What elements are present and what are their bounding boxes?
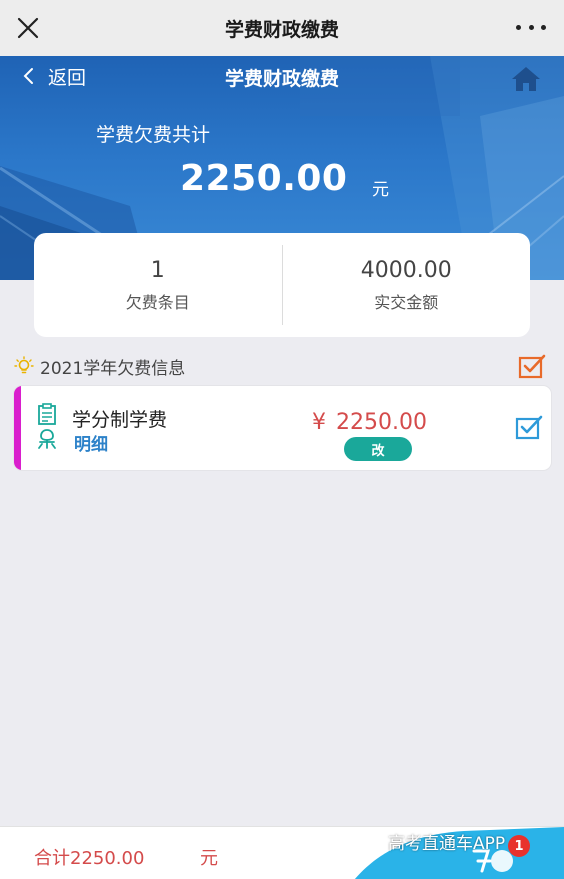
owed-items-stat: 1 欠费条目: [34, 233, 282, 337]
page-title: 学费财政缴费: [224, 68, 339, 90]
total-amount: 合计2250.00: [34, 848, 145, 869]
total-unit: 元: [200, 848, 218, 869]
owed-total-label: 学费欠费共计: [96, 124, 211, 146]
bottom-bar: 合计2250.00 元 高考直通车APP 1: [0, 826, 564, 879]
close-icon[interactable]: [16, 16, 40, 40]
section-header: 2021学年欠费信息: [14, 352, 550, 380]
section-title: 2021学年欠费信息: [40, 358, 186, 379]
detail-icon: [38, 429, 56, 449]
fee-item-checkbox[interactable]: [515, 414, 543, 440]
home-icon[interactable]: [510, 65, 542, 93]
paid-amount-label: 实交金额: [374, 292, 439, 312]
stats-card: 1 欠费条目 4000.00 实交金额: [34, 233, 530, 337]
owed-items-label: 欠费条目: [125, 292, 190, 312]
edit-amount-button[interactable]: 改: [344, 437, 412, 461]
owed-total-amount: 2250.00: [180, 158, 348, 199]
detail-link[interactable]: 明细: [74, 430, 108, 455]
fee-amount-value: 2250.00: [336, 410, 427, 435]
fee-item[interactable]: 学分制学费 明细 ¥2250.00 改: [14, 386, 551, 470]
owed-total-unit: 元: [372, 180, 389, 200]
window-title: 学费财政缴费: [224, 18, 339, 41]
select-all-checkbox[interactable]: [518, 353, 546, 379]
fee-name: 学分制学费: [72, 409, 168, 431]
currency-symbol: ¥: [312, 410, 326, 435]
paid-amount-stat: 4000.00 实交金额: [283, 233, 531, 337]
wechat-top-bar: 学费财政缴费: [0, 0, 564, 56]
document-icon: [38, 403, 56, 425]
more-icon[interactable]: [516, 17, 546, 37]
watermark-text: 高考直通车APP: [388, 834, 506, 854]
fee-item-accent-bar: [14, 386, 21, 470]
fee-amount: ¥2250.00: [312, 410, 427, 435]
notification-badge: 1: [508, 835, 530, 857]
paid-amount-value: 4000.00: [360, 257, 452, 283]
owed-items-count: 1: [150, 257, 165, 283]
bulb-icon: [14, 356, 34, 374]
